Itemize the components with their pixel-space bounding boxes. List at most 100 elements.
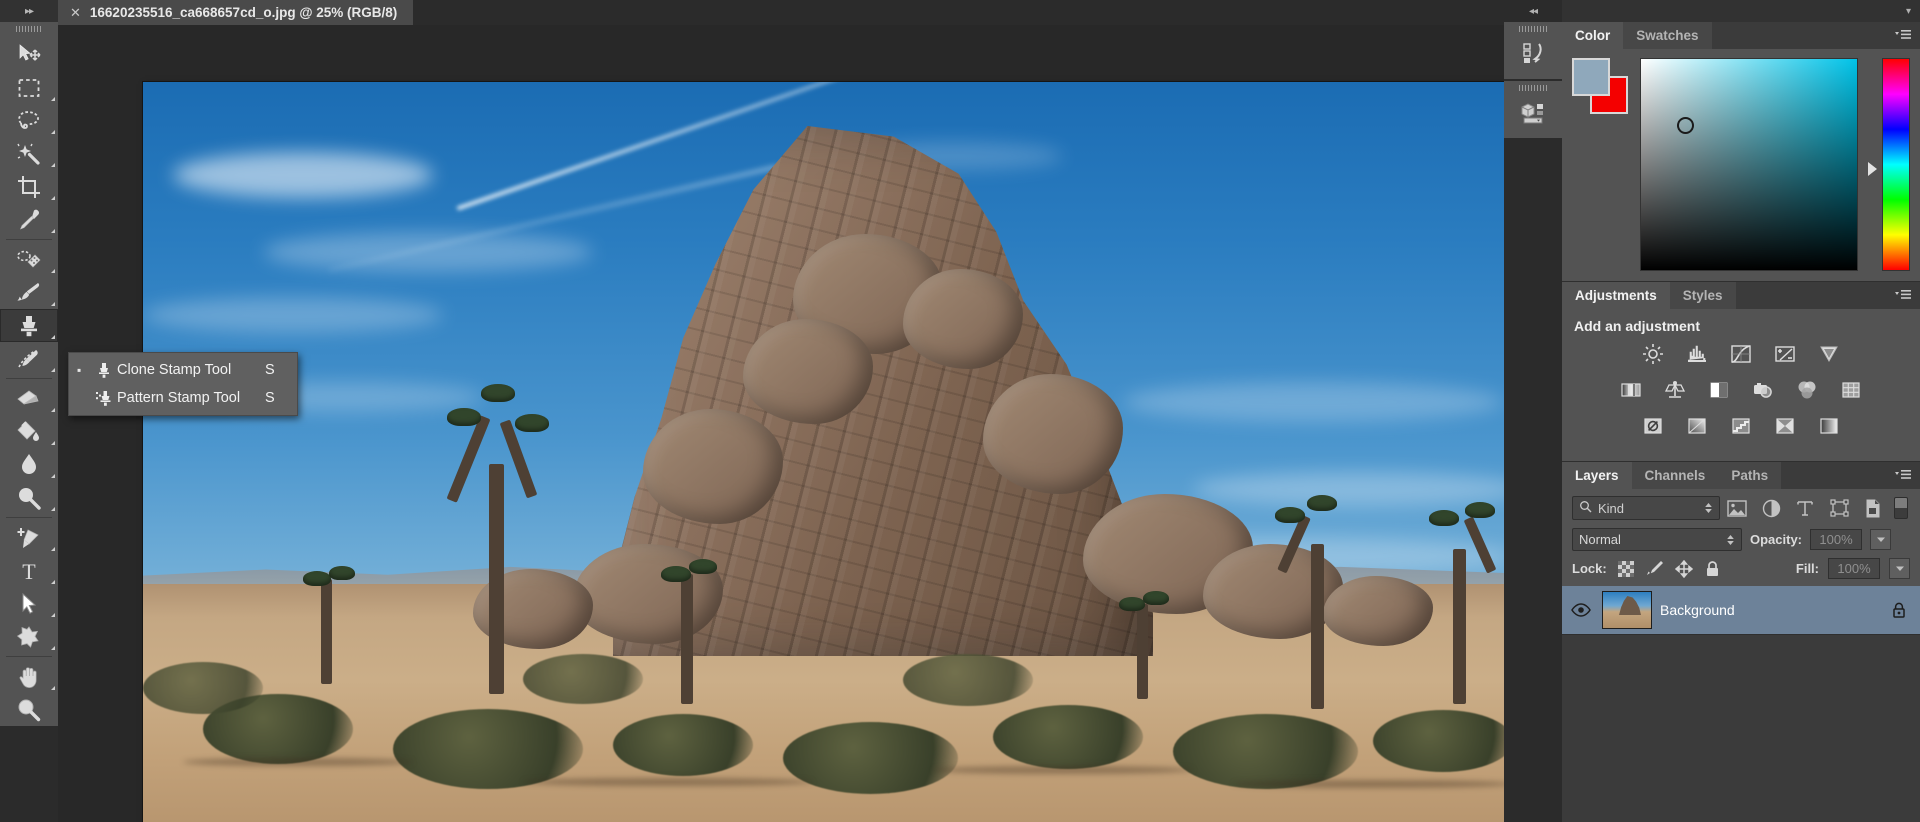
- properties-panel-button[interactable]: [1504, 81, 1562, 138]
- joshua-tree: [283, 524, 373, 684]
- adjustments-title: Add an adjustment: [1574, 318, 1701, 334]
- tab-color[interactable]: Color: [1562, 22, 1624, 49]
- adjustments-row-2: [1574, 377, 1908, 403]
- hue-saturation-icon[interactable]: [1617, 377, 1645, 403]
- exposure-icon[interactable]: [1771, 341, 1799, 367]
- type-tool[interactable]: T: [0, 554, 58, 587]
- threshold-icon[interactable]: [1727, 413, 1755, 439]
- toolbar-grip[interactable]: [0, 22, 58, 36]
- color-picker-marker[interactable]: [1677, 117, 1694, 134]
- clone-stamp-flyout-menu[interactable]: ▪ Clone Stamp Tool S Pattern Stamp Tool …: [68, 352, 298, 416]
- curves-icon[interactable]: [1727, 341, 1755, 367]
- image-canvas[interactable]: [143, 82, 1504, 822]
- tab-swatches[interactable]: Swatches: [1623, 22, 1712, 49]
- magic-wand-tool[interactable]: [0, 137, 58, 170]
- dock-menu-icon[interactable]: ▾: [1562, 0, 1920, 22]
- fill-input[interactable]: 100%: [1828, 558, 1880, 579]
- panel-menu-icon[interactable]: [1894, 28, 1912, 47]
- close-icon[interactable]: ✕: [70, 5, 81, 21]
- eraser-tool[interactable]: [0, 382, 58, 415]
- mini-panel-grip[interactable]: [1504, 22, 1562, 35]
- panel-menu-icon[interactable]: [1894, 288, 1912, 307]
- adjustments-icon-grid: [1562, 341, 1920, 461]
- filter-pixel-layers-icon[interactable]: [1720, 496, 1754, 520]
- move-tool[interactable]: [0, 38, 58, 71]
- custom-shape-tool[interactable]: [0, 620, 58, 653]
- toolbar-expand-button[interactable]: ▸▸: [0, 0, 58, 22]
- adjustments-row-3: [1574, 413, 1908, 439]
- opacity-dropdown-button[interactable]: [1870, 529, 1892, 550]
- healing-brush-tool[interactable]: [0, 243, 58, 276]
- dodge-tool[interactable]: [0, 481, 58, 514]
- gradient-map-icon[interactable]: [1771, 413, 1799, 439]
- layer-filter-row: Kind: [1562, 489, 1920, 526]
- tab-channels[interactable]: Channels: [1631, 462, 1719, 489]
- dock-empty-space: [1562, 635, 1920, 822]
- color-lookup-icon[interactable]: [1837, 377, 1865, 403]
- tab-paths[interactable]: Paths: [1718, 462, 1782, 489]
- layer-row-background[interactable]: Background: [1562, 586, 1920, 634]
- canvas-scroll-area[interactable]: [58, 25, 1504, 822]
- dock-collapse-button[interactable]: ◂◂: [1504, 0, 1562, 22]
- lock-icon[interactable]: [1888, 602, 1910, 619]
- lasso-tool[interactable]: [0, 104, 58, 137]
- tab-styles[interactable]: Styles: [1669, 282, 1736, 309]
- photo-filter-icon[interactable]: [1749, 377, 1777, 403]
- pen-tool[interactable]: [0, 521, 58, 554]
- brightness-contrast-icon[interactable]: [1639, 341, 1667, 367]
- path-selection-tool[interactable]: [0, 587, 58, 620]
- color-field[interactable]: [1640, 58, 1858, 271]
- hue-slider-marker[interactable]: [1868, 162, 1877, 176]
- lock-all-icon[interactable]: [1703, 559, 1723, 579]
- invert-icon[interactable]: [1639, 413, 1667, 439]
- hand-tool[interactable]: [0, 660, 58, 693]
- filter-enable-toggle[interactable]: [1894, 497, 1908, 519]
- fill-dropdown-button[interactable]: [1889, 558, 1910, 579]
- hue-slider[interactable]: [1882, 58, 1910, 271]
- blur-tool[interactable]: [0, 448, 58, 481]
- selective-color-icon[interactable]: [1815, 413, 1843, 439]
- posterize-icon[interactable]: [1683, 413, 1711, 439]
- document-tab[interactable]: ✕ 16620235516_ca668657cd_o.jpg @ 25% (RG…: [58, 0, 414, 25]
- rectangular-marquee-tool[interactable]: [0, 71, 58, 104]
- color-balance-icon[interactable]: [1661, 377, 1689, 403]
- layer-thumbnail[interactable]: [1602, 591, 1652, 629]
- zoom-tool[interactable]: [0, 693, 58, 726]
- foreground-color-swatch[interactable]: [1572, 58, 1610, 96]
- eye-icon[interactable]: [1568, 603, 1594, 617]
- joshua-tree: [1103, 549, 1183, 699]
- black-white-icon[interactable]: [1705, 377, 1733, 403]
- flyout-item-clone-stamp[interactable]: ▪ Clone Stamp Tool S: [69, 356, 297, 384]
- properties-3d-panel-icon[interactable]: [1504, 94, 1562, 130]
- flyout-item-pattern-stamp[interactable]: Pattern Stamp Tool S: [69, 384, 297, 412]
- history-panel-button[interactable]: [1504, 22, 1562, 79]
- filter-smart-objects-icon[interactable]: [1856, 496, 1890, 520]
- tab-layers[interactable]: Layers: [1562, 462, 1632, 489]
- lock-image-pixels-icon[interactable]: [1645, 559, 1665, 579]
- clone-stamp-tool[interactable]: [0, 309, 58, 342]
- tab-adjustments[interactable]: Adjustments: [1562, 282, 1670, 309]
- brush-tool[interactable]: [0, 276, 58, 309]
- opacity-input[interactable]: 100%: [1810, 529, 1863, 550]
- toolbar-separator: [6, 517, 52, 518]
- history-brush-tool[interactable]: [0, 342, 58, 375]
- vibrance-icon[interactable]: [1815, 341, 1843, 367]
- layer-filter-kind-select[interactable]: Kind: [1572, 496, 1720, 520]
- panel-menu-icon[interactable]: [1894, 468, 1912, 487]
- eyedropper-tool[interactable]: [0, 203, 58, 236]
- lock-position-icon[interactable]: [1674, 559, 1694, 579]
- layer-name-label: Background: [1660, 602, 1735, 618]
- chevron-updown-icon: [1704, 502, 1713, 514]
- channel-mixer-icon[interactable]: [1793, 377, 1821, 403]
- filter-type-layers-icon[interactable]: [1788, 496, 1822, 520]
- filter-shape-layers-icon[interactable]: [1822, 496, 1856, 520]
- blend-mode-select[interactable]: Normal: [1572, 528, 1742, 551]
- mini-panel-grip[interactable]: [1504, 81, 1562, 94]
- levels-icon[interactable]: [1683, 341, 1711, 367]
- lock-transparent-pixels-icon[interactable]: [1616, 559, 1636, 579]
- gradient-tool[interactable]: [0, 415, 58, 448]
- toolbar-separator: [6, 656, 52, 657]
- crop-tool[interactable]: [0, 170, 58, 203]
- history-panel-icon[interactable]: [1504, 35, 1562, 71]
- filter-adjustment-layers-icon[interactable]: [1754, 496, 1788, 520]
